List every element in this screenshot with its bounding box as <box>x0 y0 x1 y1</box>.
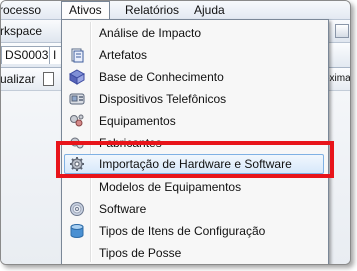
menu-ajuda[interactable]: Ajuda <box>194 3 225 17</box>
menu-item-artefatos[interactable]: Artefatos <box>64 45 324 65</box>
menu-ativos[interactable]: Ativos <box>61 1 110 19</box>
menu-item-tipos-de-itens-de-configuracao[interactable]: Tipos de Itens de Configuração <box>64 221 324 241</box>
app-window: rocesso Ativos Relatórios Ajuda rkspace … <box>0 0 351 265</box>
menu-item-label: Equipamentos <box>99 114 176 128</box>
menu-item-dispositivos-telefonicos[interactable]: Dispositivos Telefônicos <box>64 89 324 109</box>
menu-bar: rocesso Ativos Relatórios Ajuda <box>1 1 350 20</box>
phone-device-icon <box>69 91 85 107</box>
tab-ds0003[interactable]: DS0003 <box>1 46 53 64</box>
menu-item-modelos-de-equipamentos[interactable]: Modelos de Equipamentos <box>64 177 324 197</box>
equipment-icon <box>69 113 85 129</box>
menu-item-label: Tipos de Itens de Configuração <box>99 224 266 238</box>
menu-item-label: Análise de Impacto <box>99 26 202 40</box>
artefatos-icon <box>69 47 85 63</box>
workspace-label[interactable]: rkspace <box>1 24 42 38</box>
menu-item-label: Modelos de Equipamentos <box>99 180 242 194</box>
menu-item-label: Tipos de Posse <box>99 246 182 260</box>
atualizar-button[interactable]: ualizar <box>1 72 35 86</box>
window-restore-button[interactable] <box>335 24 349 38</box>
menu-item-software[interactable]: Software <box>64 199 324 219</box>
menu-item-base-de-conhecimento[interactable]: Base de Conhecimento <box>64 67 324 87</box>
menu-relatorios[interactable]: Relatórios <box>125 3 179 17</box>
database-icon <box>69 223 85 239</box>
menu-item-analise-de-impacto[interactable]: Análise de Impacto <box>64 23 324 43</box>
menu-item-label: Software <box>99 202 147 216</box>
menu-item-label: Dispositivos Telefônicos <box>99 92 227 106</box>
menu-processo[interactable]: rocesso <box>1 3 41 17</box>
menu-item-label: Artefatos <box>99 48 148 62</box>
menu-item-label: Base de Conhecimento <box>99 70 224 84</box>
knowledge-base-icon <box>68 69 86 85</box>
cd-icon <box>69 201 85 217</box>
menu-item-equipamentos[interactable]: Equipamentos <box>64 111 324 131</box>
document-icon[interactable] <box>43 72 54 86</box>
menu-item-tipos-de-posse[interactable]: Tipos de Posse <box>64 243 324 263</box>
annotation-highlight-box <box>56 141 334 178</box>
